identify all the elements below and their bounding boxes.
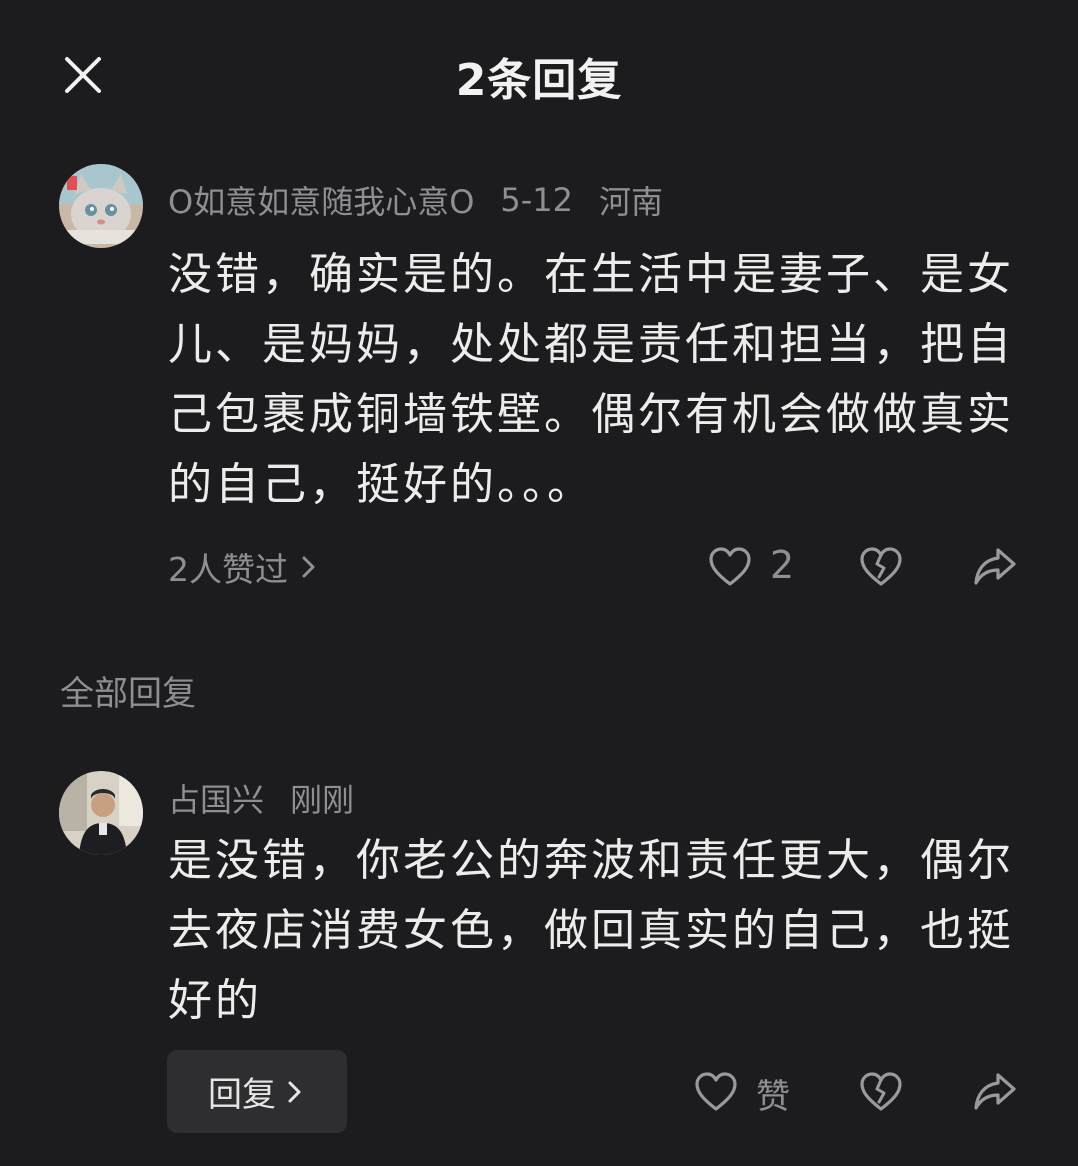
all-replies-label: 全部回复: [60, 674, 196, 714]
reply-meta: 占国兴 刚刚: [168, 776, 380, 820]
reply-button[interactable]: 回复: [167, 1050, 347, 1133]
reply-button-label: 回复: [208, 1075, 276, 1115]
username[interactable]: O如意如意随我心意O: [168, 177, 474, 223]
chevron-right-icon: [288, 1081, 301, 1102]
chevron-right-icon: [302, 556, 315, 578]
likers-link[interactable]: 2人赞过: [168, 543, 320, 591]
reply-sheet: 2条回复 O如意如意随我心意O 5-12 河南 没错，确实是的。在生活中是妻子、…: [0, 0, 1078, 1166]
avatar[interactable]: [59, 164, 143, 248]
cat-avatar-icon: [59, 164, 143, 248]
page-title: 2条回复: [455, 55, 623, 106]
share-button[interactable]: [972, 1069, 1018, 1115]
share-button[interactable]: [972, 544, 1018, 590]
reply-time: 刚刚: [290, 781, 355, 819]
username[interactable]: 占国兴: [168, 775, 264, 821]
like-count: 2: [770, 543, 795, 587]
comment-text: 没错，确实是的。在生活中是妻子、是女儿、是妈妈，处处都是责任和担当，把自己包裹成…: [168, 249, 1014, 510]
dislike-button[interactable]: [858, 544, 904, 590]
reply-text: 是没错，你老公的奔波和责任更大，偶尔去夜店消费女色，做回真实的自己，也挺好的: [168, 835, 1014, 1026]
like-button[interactable]: [693, 1069, 739, 1115]
dislike-button[interactable]: [858, 1069, 904, 1115]
like-button[interactable]: [707, 544, 753, 590]
comment-location: 河南: [599, 183, 664, 221]
person-avatar-icon: [59, 771, 143, 855]
likers-label: 2人赞过: [168, 550, 288, 589]
comment-meta: O如意如意随我心意O 5-12 河南: [168, 178, 689, 222]
avatar[interactable]: [59, 771, 143, 855]
like-label: 赞: [756, 1077, 790, 1117]
comment-date: 5-12: [500, 181, 574, 219]
